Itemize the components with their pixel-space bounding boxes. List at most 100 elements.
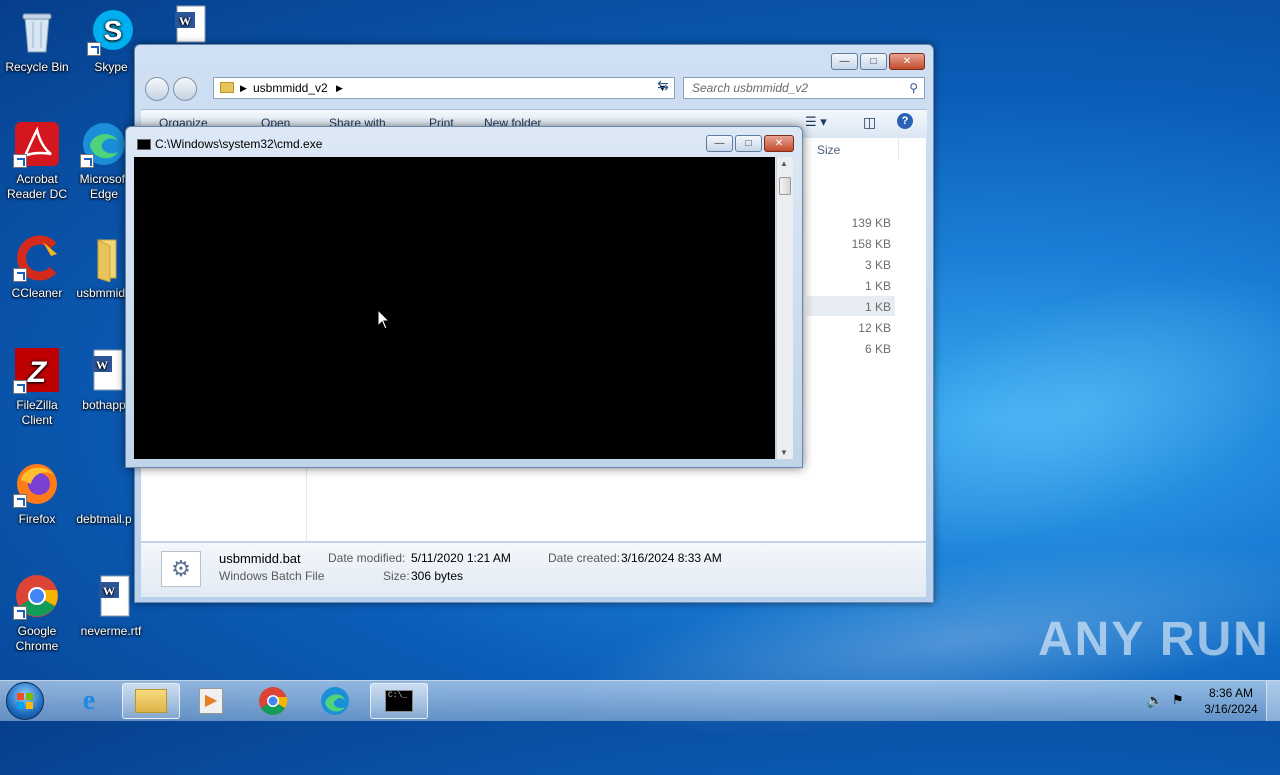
search-placeholder: Search usbmmidd_v2	[692, 81, 809, 95]
back-button[interactable]	[145, 77, 169, 101]
volume-icon[interactable]: 🔈	[1146, 692, 1163, 709]
file-size: 1 KB	[864, 279, 891, 293]
size-label: Size:	[383, 569, 410, 583]
desktop-icon-recycle-bin[interactable]: Recycle Bin	[0, 8, 74, 75]
console-output-area[interactable]	[134, 157, 775, 459]
shortcut-arrow-icon	[80, 154, 94, 168]
taskbar-internet-explorer[interactable]: e	[60, 683, 118, 719]
blank-document-icon	[80, 460, 128, 508]
recycle-bin-icon	[13, 8, 61, 56]
taskbar-edge[interactable]	[306, 683, 364, 719]
taskbar-cmd[interactable]: C:\_	[370, 683, 428, 719]
svg-text:Z: Z	[27, 356, 48, 389]
taskbar: e ▶ C:\_ 🔈 ⚑ 8:36 AM 3/16/2024	[0, 680, 1280, 721]
start-button[interactable]	[6, 682, 44, 720]
column-header-size[interactable]: Size	[817, 143, 840, 157]
column-separator[interactable]	[898, 138, 899, 160]
scrollbar-thumb[interactable]	[779, 177, 791, 195]
svg-text:W: W	[179, 14, 191, 28]
scroll-down-arrow-icon[interactable]: ▼	[780, 448, 788, 457]
desktop-icon-label: Recycle Bin	[5, 60, 69, 74]
file-size: 6 KB	[864, 342, 891, 356]
desktop-icon-label: debtmail.p	[76, 512, 132, 526]
desktop-icon-label: FileZilla Client	[16, 398, 58, 427]
chrome-icon	[13, 572, 61, 620]
breadcrumb[interactable]: usbmmidd_v2	[253, 78, 328, 98]
svg-text:W: W	[96, 358, 108, 372]
minimize-button[interactable]: —	[706, 135, 733, 152]
close-button[interactable]: ✕	[764, 135, 794, 152]
folder-icon	[135, 689, 167, 713]
date-created-label: Date created:	[548, 551, 621, 565]
file-size: 1 KB	[864, 300, 891, 314]
taskbar-file-explorer[interactable]	[122, 683, 180, 719]
system-clock[interactable]: 8:36 AM 3/16/2024	[1196, 685, 1266, 717]
size-value: 306 bytes	[411, 569, 464, 583]
scroll-up-arrow-icon[interactable]: ▲	[780, 159, 788, 168]
watermark-logo: ANY RUN	[1038, 613, 1270, 666]
forward-button[interactable]	[173, 77, 197, 101]
desktop-icon-label: Google Chrome	[15, 624, 59, 653]
windows-logo-icon	[17, 693, 33, 709]
desktop-icon-label: CCleaner	[11, 286, 63, 300]
desktop-icon-label: Firefox	[18, 512, 56, 526]
preview-pane-icon[interactable]: ◫	[863, 114, 876, 131]
date-modified-value: 5/11/2020 1:21 AM	[411, 551, 511, 565]
minimize-button[interactable]: —	[831, 53, 858, 70]
filezilla-icon: Z	[13, 346, 61, 394]
skype-icon: S	[87, 8, 135, 56]
show-desktop-button[interactable]	[1266, 681, 1280, 721]
details-pane: ⚙ usbmmidd.bat Windows Batch File Date m…	[141, 542, 926, 597]
chevron-right-icon: ▶	[336, 83, 343, 93]
maximize-button[interactable]: □	[735, 135, 762, 152]
desktop-icon-label: Acrobat Reader DC	[6, 172, 68, 201]
chevron-right-icon: ▶	[240, 83, 247, 93]
clock-date: 3/16/2024	[1204, 702, 1258, 716]
cmd-window[interactable]: C:\Windows\system32\cmd.exe — □ ✕ ▲ ▼	[125, 126, 803, 468]
desktop-icon-acrobat[interactable]: Acrobat Reader DC	[0, 120, 74, 202]
taskbar-chrome[interactable]	[244, 683, 302, 719]
batch-file-gear-icon: ⚙	[161, 551, 201, 587]
view-options-icon[interactable]: ☰ ▾	[805, 114, 827, 130]
word-document-icon: W	[80, 346, 128, 394]
desktop-icon-debtmail[interactable]: debtmail.p	[74, 460, 134, 527]
shortcut-arrow-icon	[13, 494, 27, 508]
clock-time: 8:36 AM	[1208, 686, 1254, 700]
file-size: 139 KB	[851, 216, 891, 230]
close-button[interactable]: ✕	[889, 53, 925, 70]
desktop-icon-chrome[interactable]: Google Chrome	[0, 572, 74, 654]
details-filetype: Windows Batch File	[219, 569, 325, 583]
shortcut-arrow-icon	[13, 380, 27, 394]
date-modified-label: Date modified:	[328, 551, 406, 565]
acrobat-icon	[13, 120, 61, 168]
desktop-icon-label: neverme.rtf	[80, 624, 142, 638]
shortcut-arrow-icon	[13, 268, 27, 282]
date-created-value: 3/16/2024 8:33 AM	[621, 551, 722, 565]
desktop-icon-firefox[interactable]: Firefox	[0, 460, 74, 527]
cmd-window-icon	[137, 139, 151, 150]
folder-icon	[80, 234, 128, 283]
word-document-icon: W	[87, 572, 135, 620]
cmd-window-title: C:\Windows\system32\cmd.exe	[155, 137, 323, 151]
desktop-icon-filezilla[interactable]: Z FileZilla Client	[0, 346, 74, 428]
vertical-scrollbar[interactable]: ▲ ▼	[776, 157, 793, 459]
cmd-icon: C:\_	[385, 690, 413, 712]
svg-text:W: W	[103, 584, 115, 598]
ccleaner-icon	[13, 234, 61, 282]
address-bar[interactable]: ▶ usbmmidd_v2 ▶ ▼	[213, 77, 675, 99]
search-input[interactable]: Search usbmmidd_v2 ⚲	[683, 77, 925, 99]
svg-text:S: S	[104, 15, 123, 46]
help-icon[interactable]: ?	[897, 113, 913, 129]
shortcut-arrow-icon	[87, 42, 101, 56]
media-player-icon: ▶	[199, 688, 223, 714]
maximize-button[interactable]: □	[860, 53, 887, 70]
shortcut-arrow-icon	[13, 154, 27, 168]
file-size: 158 KB	[851, 237, 891, 251]
edge-icon	[80, 120, 128, 168]
network-flag-icon[interactable]: ⚑	[1172, 692, 1184, 708]
refresh-button[interactable]: ⇆	[651, 77, 675, 99]
desktop-icon-ccleaner[interactable]: CCleaner	[0, 234, 74, 301]
chrome-icon	[259, 687, 288, 715]
details-filename: usbmmidd.bat	[219, 551, 301, 566]
taskbar-media-player[interactable]: ▶	[182, 683, 240, 719]
